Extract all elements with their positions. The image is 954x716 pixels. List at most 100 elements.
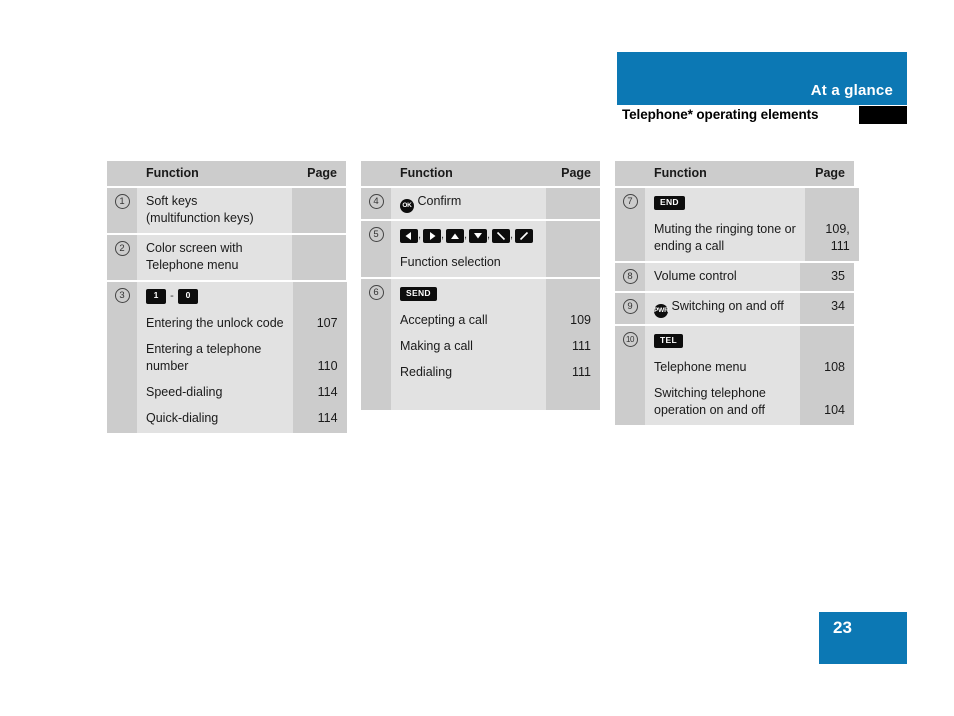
function-line: Volume control bbox=[654, 269, 737, 283]
function-line: Accepting a call bbox=[400, 313, 488, 328]
badge-line: TEL bbox=[654, 331, 791, 350]
function-label: Switching on and off bbox=[671, 299, 784, 314]
table-header-row: Function Page bbox=[107, 161, 346, 186]
row-page-cell: 34 bbox=[800, 293, 854, 324]
row-number-cell: 8 bbox=[615, 263, 645, 291]
row-function-cell: END Muting the ringing tone or ending a … bbox=[645, 188, 805, 261]
table-row: 9 PWR Switching on and off 34 bbox=[615, 293, 854, 324]
page-line: 35 bbox=[831, 269, 845, 283]
table-row: 8 Volume control 35 bbox=[615, 263, 854, 291]
header-cell-page: Page bbox=[292, 161, 346, 186]
circled-number-icon: 6 bbox=[368, 285, 384, 301]
page-line: 107 bbox=[316, 316, 338, 330]
diagonal-down-right-icon bbox=[492, 228, 510, 243]
table-column-1: Function Page 1 Soft keys (multifunction… bbox=[107, 161, 347, 434]
operating-elements-tables: Function Page 1 Soft keys (multifunction… bbox=[107, 161, 867, 434]
function-line: Muting the ringing tone or bbox=[654, 222, 796, 236]
function-line: Soft keys bbox=[146, 194, 198, 208]
table-header-row: Function Page bbox=[615, 161, 854, 186]
table-column-3: Function Page 7 END Muting the ringing t… bbox=[615, 161, 859, 425]
function-label: Confirm bbox=[417, 194, 462, 209]
row-function-cell: Volume control bbox=[645, 263, 800, 291]
function-line: Color screen with bbox=[146, 241, 243, 255]
page-line: 111 bbox=[571, 365, 591, 380]
ok-key-icon: OK bbox=[400, 199, 414, 213]
row-page-cell: 35 bbox=[800, 263, 854, 291]
power-key-icon: PWR bbox=[654, 304, 669, 318]
table-column-2: Function Page 4 OK Confirm 5 , , , , , F… bbox=[361, 161, 600, 411]
send-key-icon: SEND bbox=[400, 286, 437, 301]
row-number-cell: 1 bbox=[107, 188, 137, 233]
range-dash: - bbox=[170, 290, 174, 303]
header-cell-function: Function bbox=[137, 161, 292, 186]
row-number-cell: 5 bbox=[361, 221, 391, 278]
row-number-cell: 10 bbox=[615, 326, 645, 425]
page-number: 23 bbox=[833, 618, 852, 637]
page-line: 111 bbox=[571, 339, 591, 354]
table-header-row: Function Page bbox=[361, 161, 600, 186]
table-row: 5 ,,,,, Function selection bbox=[361, 221, 600, 278]
function-line: Telephone menu bbox=[146, 258, 239, 272]
row-page-cell bbox=[292, 188, 346, 233]
right-arrow-icon bbox=[423, 228, 441, 243]
page-line: 110 bbox=[317, 359, 338, 373]
row-function-cell: OK Confirm bbox=[391, 188, 546, 219]
diagonal-up-right-icon bbox=[515, 228, 533, 243]
direction-key-group: ,,,,, bbox=[400, 226, 537, 245]
page-spacer bbox=[293, 287, 338, 306]
page-line: 111 bbox=[830, 239, 850, 253]
page-line: 114 bbox=[317, 385, 338, 399]
function-line: Making a call bbox=[400, 339, 473, 354]
badge-line: END bbox=[654, 193, 796, 212]
header-cell-function: Function bbox=[645, 161, 800, 186]
circled-number-icon: 5 bbox=[368, 227, 384, 242]
row-function-cell: PWR Switching on and off bbox=[645, 293, 800, 324]
row-function-cell: 1-0 Entering the unlock code Entering a … bbox=[137, 282, 293, 434]
function-line: Entering the unlock code bbox=[146, 316, 284, 331]
function-line: number bbox=[146, 359, 189, 374]
badge-line: SEND bbox=[400, 284, 537, 303]
left-arrow-icon bbox=[400, 228, 418, 243]
row-page-cell bbox=[546, 188, 600, 219]
function-line: Switching telephone bbox=[654, 386, 766, 400]
row-function-cell: Color screen with Telephone menu bbox=[137, 235, 292, 280]
page-spacer bbox=[293, 341, 338, 358]
row-page-cell: 108 104 bbox=[800, 326, 854, 425]
row-function-cell: SEND Accepting a call Making a call Redi… bbox=[391, 279, 546, 411]
row-number-cell: 9 bbox=[615, 293, 645, 324]
header-cell-page: Page bbox=[800, 161, 854, 186]
header-cell-number bbox=[361, 161, 391, 186]
table-row: 7 END Muting the ringing tone or ending … bbox=[615, 188, 859, 261]
page-line: 108 bbox=[824, 360, 845, 374]
page-banner: At a glance bbox=[617, 52, 907, 105]
table-row: 2 Color screen with Telephone menu bbox=[107, 235, 346, 280]
tel-key-icon: TEL bbox=[654, 333, 683, 348]
circled-number-icon: 8 bbox=[622, 269, 638, 284]
function-line: Redialing bbox=[400, 365, 453, 380]
row-function-cell: TEL Telephone menu Switching telephone o… bbox=[645, 326, 800, 425]
circled-number-icon: 4 bbox=[368, 194, 384, 209]
function-line: Quick-dialing bbox=[146, 411, 219, 426]
table-row: 1 Soft keys (multifunction keys) bbox=[107, 188, 346, 233]
row-page-cell: 107 110 114 114 bbox=[292, 282, 347, 434]
page-number-box: 23 bbox=[819, 612, 907, 664]
number-key-0-icon: 0 bbox=[178, 289, 198, 305]
row-page-cell: 109, 111 bbox=[804, 188, 859, 261]
page-line: 109, bbox=[825, 222, 850, 236]
row-number-cell: 4 bbox=[361, 188, 391, 219]
circled-number-icon: 10 bbox=[622, 332, 638, 347]
table-row: 6 SEND Accepting a call Making a call Re… bbox=[361, 279, 600, 411]
row-number-cell: 6 bbox=[361, 279, 391, 411]
function-line: OK Confirm bbox=[400, 193, 537, 213]
page-spacer bbox=[546, 284, 591, 303]
header-black-block bbox=[859, 106, 907, 124]
row-page-cell bbox=[546, 221, 600, 278]
table-row: 10 TEL Telephone menu Switching telephon… bbox=[615, 326, 854, 425]
circled-number-icon: 2 bbox=[114, 241, 130, 256]
function-line: ending a call bbox=[654, 239, 725, 253]
row-function-cell: Soft keys (multifunction keys) bbox=[137, 188, 292, 233]
section-title: Telephone* operating elements bbox=[622, 107, 819, 122]
table-row: 4 OK Confirm bbox=[361, 188, 600, 219]
circled-number-icon: 7 bbox=[622, 194, 638, 209]
row-function-cell: ,,,,, Function selection bbox=[391, 221, 546, 278]
